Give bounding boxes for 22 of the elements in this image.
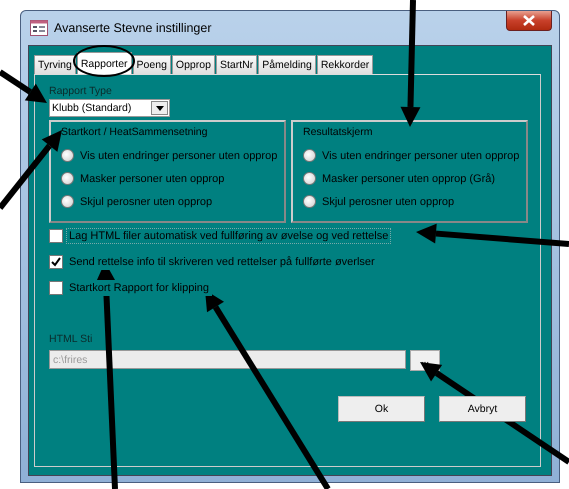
report-type-dropdown[interactable]: Klubb (Standard)	[49, 99, 170, 117]
tab[interactable]: Tyrving	[34, 55, 76, 74]
dialog-button[interactable]: Ok	[338, 396, 425, 422]
tab[interactable]: Påmelding	[258, 55, 316, 74]
field-label: Rapport Type	[49, 85, 113, 98]
tab[interactable]: Opprop	[172, 55, 215, 74]
option-label: Vis uten endringer personer uten opprop	[322, 150, 520, 162]
group-title: Resultatskjerm	[303, 126, 374, 138]
option-label: Skjul perosner uten opprop	[80, 196, 212, 208]
tab[interactable]: Rapporter	[76, 52, 132, 74]
option-label: Skjul perosner uten opprop	[322, 196, 454, 208]
checkbox-label: Lag HTML filer automatisk ved fullføring av øvelse og ved rettelse	[66, 228, 392, 244]
field-label: HTML Sti	[49, 333, 94, 346]
tab[interactable]: Rekkorder	[316, 55, 374, 74]
tab[interactable]: Poeng	[132, 55, 171, 74]
dialog-button[interactable]: Avbryt	[439, 396, 526, 422]
option-label: Masker personer uten opprop (Grå)	[322, 172, 496, 184]
group-title: Startkort / HeatSammensetning	[61, 126, 208, 138]
option-label: Masker personer uten opprop	[80, 172, 224, 184]
tab[interactable]: StartNr	[216, 55, 258, 74]
option-label: Vis uten endringer personer uten opprop	[80, 150, 278, 162]
window-title: Avanserte Stevne instillinger	[54, 21, 212, 35]
